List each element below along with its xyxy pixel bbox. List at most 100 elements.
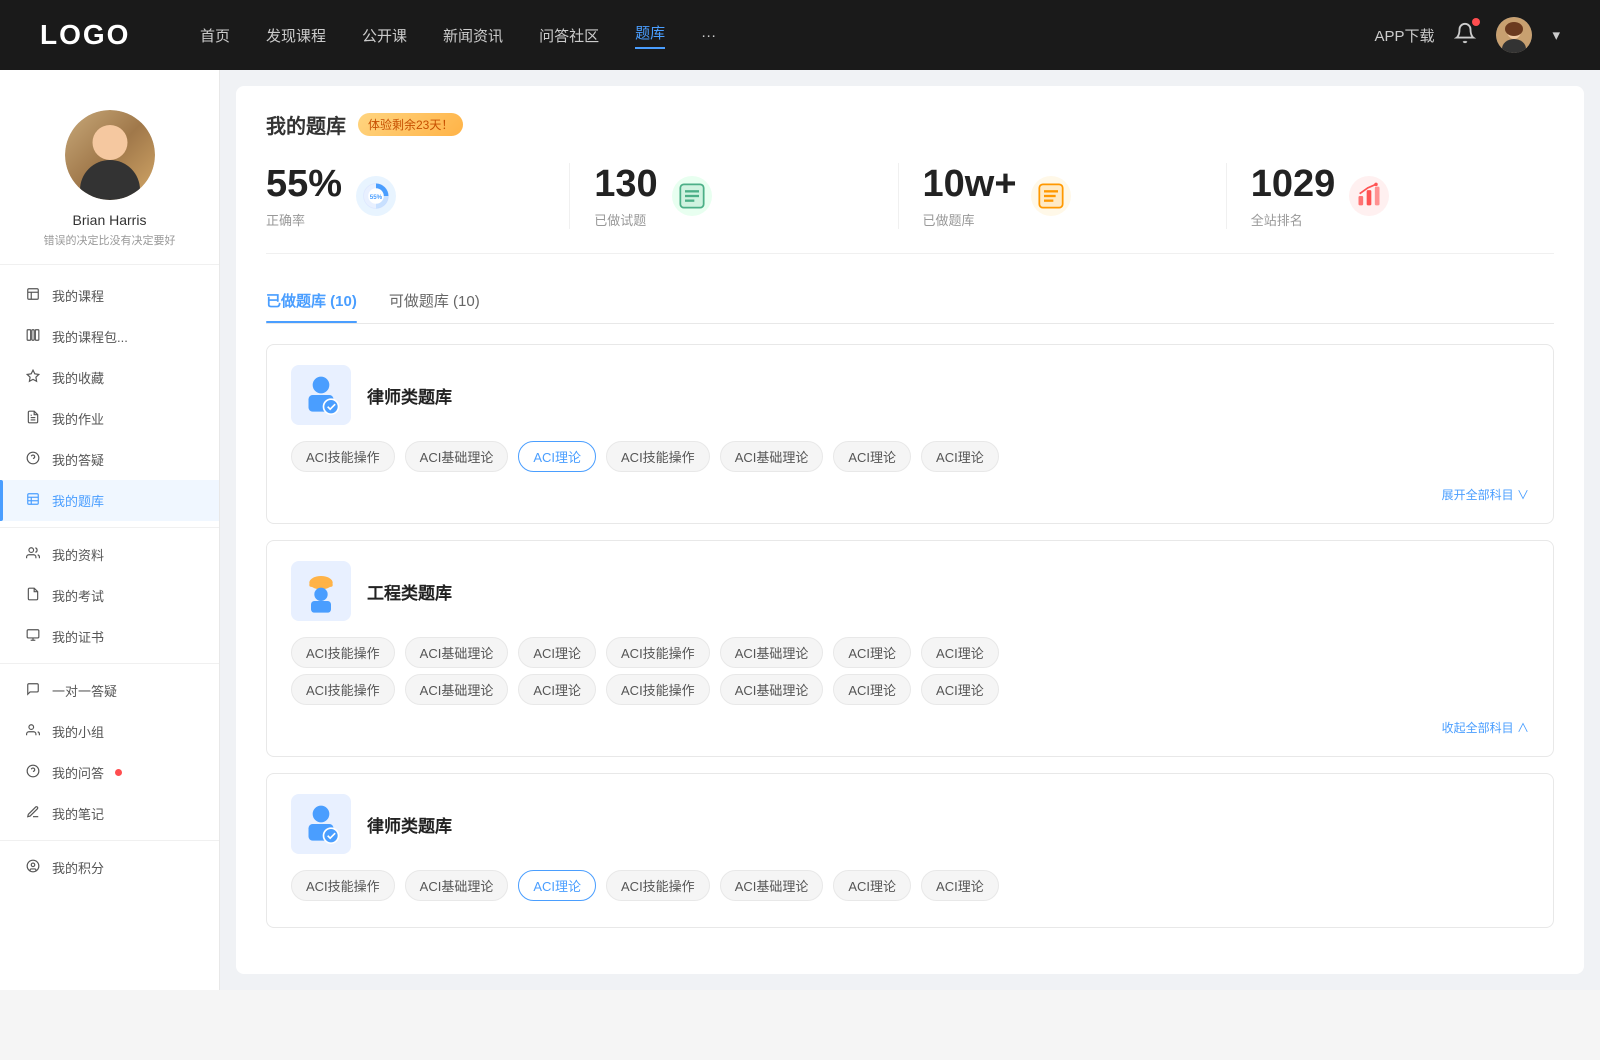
course-package-icon <box>24 328 42 345</box>
stat-correct-rate-icon: 55% <box>356 176 396 216</box>
my-exam-label: 我的考试 <box>52 586 104 605</box>
my-data-icon <box>24 546 42 563</box>
bank-card-2-title: 工程类题库 <box>367 579 452 604</box>
tag-1-4[interactable]: ACI基础理论 <box>720 441 824 472</box>
tag-2-10[interactable]: ACI技能操作 <box>606 674 710 705</box>
bank-card-3-header: 律师类题库 <box>291 794 1529 854</box>
sidebar-item-my-exam[interactable]: 我的考试 <box>0 575 219 616</box>
questions-dot-badge <box>115 769 122 776</box>
collapse-link-2[interactable]: 收起全部科目 ∧ <box>291 719 1529 736</box>
tag-1-6[interactable]: ACI理论 <box>921 441 999 472</box>
one-on-one-label: 一对一答疑 <box>52 681 117 700</box>
user-profile: Brian Harris 错误的决定比没有决定要好 <box>0 90 219 265</box>
my-questions-icon <box>24 764 42 781</box>
homework-label: 我的作业 <box>52 409 104 428</box>
tag-2-11[interactable]: ACI基础理论 <box>720 674 824 705</box>
tag-1-2[interactable]: ACI理论 <box>518 441 596 472</box>
sidebar-item-my-points[interactable]: 我的积分 <box>0 847 219 888</box>
tag-1-3[interactable]: ACI技能操作 <box>606 441 710 472</box>
lawyer-icon-1 <box>291 365 351 425</box>
tag-3-5[interactable]: ACI理论 <box>833 870 911 901</box>
tag-2-13[interactable]: ACI理论 <box>921 674 999 705</box>
notes-label: 我的笔记 <box>52 804 104 823</box>
tag-3-2[interactable]: ACI理论 <box>518 870 596 901</box>
tag-2-12[interactable]: ACI理论 <box>833 674 911 705</box>
bank-card-lawyer-2: 律师类题库 ACI技能操作 ACI基础理论 ACI理论 ACI技能操作 ACI基… <box>266 773 1554 928</box>
sidebar-item-notes[interactable]: 我的笔记 <box>0 793 219 834</box>
bank-card-lawyer-1: 律师类题库 ACI技能操作 ACI基础理论 ACI理论 ACI技能操作 ACI基… <box>266 344 1554 524</box>
tag-2-6[interactable]: ACI理论 <box>921 637 999 668</box>
tag-2-8[interactable]: ACI基础理论 <box>405 674 509 705</box>
my-qa-icon <box>24 451 42 468</box>
user-avatar-nav[interactable] <box>1496 17 1532 53</box>
tag-2-1[interactable]: ACI基础理论 <box>405 637 509 668</box>
notification-bell[interactable] <box>1454 22 1476 48</box>
sidebar-item-one-on-one[interactable]: 一对一答疑 <box>0 670 219 711</box>
tag-2-7[interactable]: ACI技能操作 <box>291 674 395 705</box>
tag-2-5[interactable]: ACI理论 <box>833 637 911 668</box>
tag-1-1[interactable]: ACI基础理论 <box>405 441 509 472</box>
sidebar-item-my-qa[interactable]: 我的答疑 <box>0 439 219 480</box>
sidebar-divider-1 <box>0 527 219 528</box>
sidebar-item-my-group[interactable]: 我的小组 <box>0 711 219 752</box>
tag-1-5[interactable]: ACI理论 <box>833 441 911 472</box>
tag-2-4[interactable]: ACI基础理论 <box>720 637 824 668</box>
tag-2-2[interactable]: ACI理论 <box>518 637 596 668</box>
stat-site-rank-label: 全站排名 <box>1251 210 1336 229</box>
my-data-label: 我的资料 <box>52 545 104 564</box>
user-dropdown-arrow[interactable]: ▾ <box>1552 26 1560 44</box>
stat-questions-done: 130 已做试题 <box>570 163 898 229</box>
sidebar-divider-3 <box>0 840 219 841</box>
sidebar-item-homework[interactable]: 我的作业 <box>0 398 219 439</box>
tag-3-6[interactable]: ACI理论 <box>921 870 999 901</box>
tag-3-1[interactable]: ACI基础理论 <box>405 870 509 901</box>
tag-2-0[interactable]: ACI技能操作 <box>291 637 395 668</box>
sidebar-item-question-bank[interactable]: 我的题库 <box>0 480 219 521</box>
question-bank-label: 我的题库 <box>52 491 104 510</box>
logo: LOGO <box>40 19 140 51</box>
stat-banks-done-label: 已做题库 <box>923 210 1017 229</box>
course-package-label: 我的课程包... <box>52 327 128 346</box>
user-avatar-sidebar <box>65 110 155 200</box>
tag-2-3[interactable]: ACI技能操作 <box>606 637 710 668</box>
sidebar-item-my-questions[interactable]: 我的问答 <box>0 752 219 793</box>
nav-question-bank[interactable]: 题库 <box>635 22 665 49</box>
tag-3-3[interactable]: ACI技能操作 <box>606 870 710 901</box>
sidebar-item-my-courses[interactable]: 我的课程 <box>0 275 219 316</box>
nav-qa[interactable]: 问答社区 <box>539 25 599 46</box>
stat-questions-done-value: 130 <box>594 163 657 206</box>
sidebar-item-my-data[interactable]: 我的资料 <box>0 534 219 575</box>
nav-open-course[interactable]: 公开课 <box>362 25 407 46</box>
my-qa-label: 我的答疑 <box>52 450 104 469</box>
lawyer-icon-2 <box>291 794 351 854</box>
tab-done-banks[interactable]: 已做题库 (10) <box>266 282 357 323</box>
stat-site-rank-value: 1029 <box>1251 163 1336 206</box>
sidebar-divider-2 <box>0 663 219 664</box>
stat-questions-done-icon <box>672 176 712 216</box>
bank-card-2-tags-row1: ACI技能操作 ACI基础理论 ACI理论 ACI技能操作 ACI基础理论 AC… <box>291 637 1529 674</box>
stats-row: 55% 正确率 55% 130 已做试题 <box>266 163 1554 254</box>
sidebar-item-certificate[interactable]: 我的证书 <box>0 616 219 657</box>
expand-link-1[interactable]: 展开全部科目 ∨ <box>291 486 1529 503</box>
tag-2-9[interactable]: ACI理论 <box>518 674 596 705</box>
page-header: 我的题库 体验剩余23天！ <box>266 110 1554 139</box>
sidebar-item-course-package[interactable]: 我的课程包... <box>0 316 219 357</box>
sidebar-menu: 我的课程 我的课程包... 我的收藏 我的作业 <box>0 275 219 888</box>
sidebar-item-favorites[interactable]: 我的收藏 <box>0 357 219 398</box>
nav-menu: 首页 发现课程 公开课 新闻资讯 问答社区 题库 ··· <box>200 22 1374 49</box>
app-download-btn[interactable]: APP下载 <box>1374 25 1434 46</box>
tab-available-banks[interactable]: 可做题库 (10) <box>389 282 480 323</box>
tag-3-4[interactable]: ACI基础理论 <box>720 870 824 901</box>
stat-site-rank-icon <box>1349 176 1389 216</box>
navbar-right: APP下载 ▾ <box>1374 17 1560 53</box>
tag-1-0[interactable]: ACI技能操作 <box>291 441 395 472</box>
nav-more[interactable]: ··· <box>701 27 716 44</box>
favorites-icon <box>24 369 42 386</box>
nav-discover[interactable]: 发现课程 <box>266 25 326 46</box>
bank-card-1-tags: ACI技能操作 ACI基础理论 ACI理论 ACI技能操作 ACI基础理论 AC… <box>291 441 1529 478</box>
nav-home[interactable]: 首页 <box>200 25 230 46</box>
svg-text:55%: 55% <box>370 194 383 201</box>
tag-3-0[interactable]: ACI技能操作 <box>291 870 395 901</box>
bank-card-engineer: 工程类题库 ACI技能操作 ACI基础理论 ACI理论 ACI技能操作 ACI基… <box>266 540 1554 757</box>
nav-news[interactable]: 新闻资讯 <box>443 25 503 46</box>
